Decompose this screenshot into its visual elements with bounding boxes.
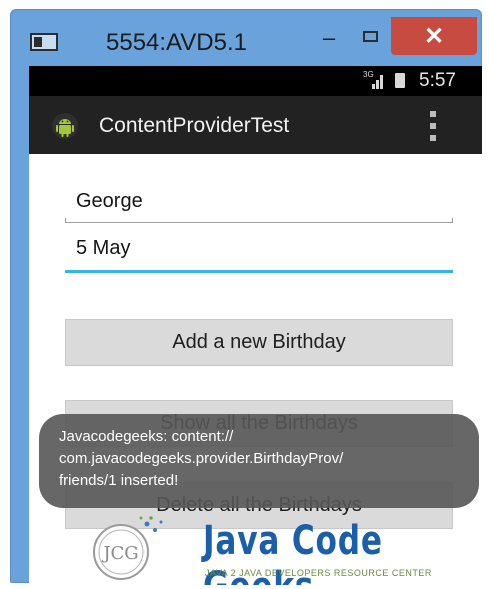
window-titlebar[interactable]: 5554:AVD5.1 – ✕ xyxy=(11,10,481,66)
cell-signal-icon: 3G xyxy=(363,70,383,89)
toast-line: com.javacodegeeks.provider.BirthdayProv/ xyxy=(59,450,344,467)
emulator-window-icon xyxy=(30,33,58,51)
name-field[interactable]: George xyxy=(65,186,453,220)
battery-icon xyxy=(395,73,405,88)
name-field-underline xyxy=(65,218,453,223)
minimize-button[interactable]: – xyxy=(309,24,349,52)
minimize-icon: – xyxy=(322,25,336,50)
app-title: ContentProviderTest xyxy=(99,114,290,137)
close-button[interactable]: ✕ xyxy=(391,17,477,55)
toast-line: friends/1 inserted! xyxy=(59,472,179,489)
status-time: 5:57 xyxy=(419,70,456,91)
window-title: 5554:AVD5.1 xyxy=(106,29,247,56)
maximize-button[interactable] xyxy=(351,24,391,52)
device-screen: 3G 5:57 ContentProviderTest George 5 May… xyxy=(29,66,482,585)
toast-line: Javacodegeeks: content:// xyxy=(59,428,234,445)
toast-message: Javacodegeeks: content:// com.javacodege… xyxy=(39,414,479,508)
jcg-logo-icon: JCG xyxy=(93,516,163,580)
status-bar: 3G 5:57 xyxy=(29,66,482,96)
emulator-window: 5554:AVD5.1 – ✕ 3G 5:57 ContentProviderT… xyxy=(10,9,482,585)
android-robot-icon xyxy=(52,113,78,139)
network-type-label: 3G xyxy=(363,70,374,79)
date-field-underline xyxy=(65,270,453,273)
add-birthday-button[interactable]: Add a new Birthday xyxy=(65,319,453,366)
jcg-logo-text: JCG xyxy=(101,543,138,564)
date-field[interactable]: 5 May xyxy=(65,233,453,267)
overflow-menu-icon[interactable] xyxy=(429,111,437,141)
watermark-tagline: JAVA 2 JAVA DEVELOPERS RESOURCE CENTER xyxy=(205,568,432,578)
close-icon: ✕ xyxy=(423,22,445,50)
action-bar: ContentProviderTest xyxy=(29,96,482,154)
